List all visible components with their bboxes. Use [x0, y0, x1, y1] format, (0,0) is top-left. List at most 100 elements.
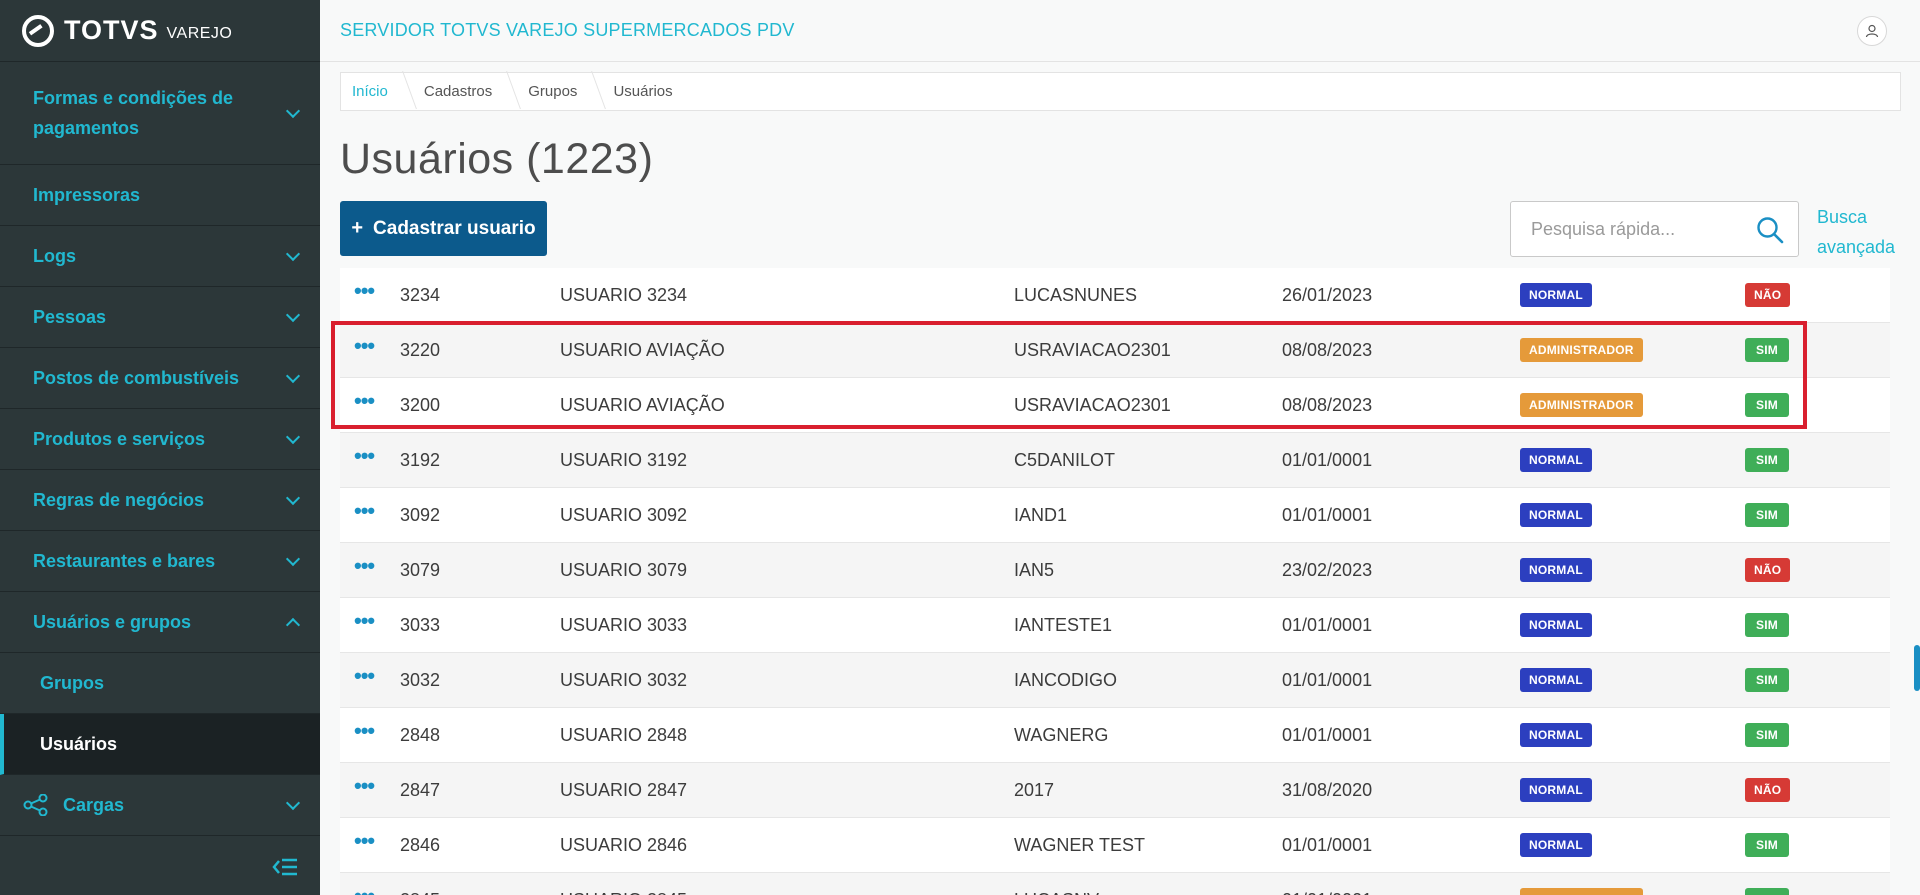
table-row[interactable]: ••• 3079 USUARIO 3079 IAN5 23/02/2023 NORMAL N… [340, 543, 1890, 598]
sidebar-item-regras[interactable]: Regras de negócios [0, 470, 320, 531]
sidebar-subitem-grupos[interactable]: Grupos [0, 653, 320, 714]
table-row[interactable]: ••• 3200 USUARIO AVIAÇÃO USRAVIACAO2301 08/0… [340, 378, 1890, 433]
scrollbar-thumb[interactable] [1914, 645, 1920, 691]
search-icon[interactable] [1756, 216, 1784, 244]
chevron-down-icon [285, 795, 301, 811]
page-title: Usuários (1223) [340, 135, 654, 183]
row-actions-icon[interactable]: ••• [340, 280, 400, 302]
cell-login: USRAVIACAO2301 [1014, 339, 1171, 360]
user-type-badge: NORMAL [1520, 558, 1592, 582]
table-row[interactable]: ••• 3220 USUARIO AVIAÇÃO USRAVIACAO2301 08/0… [340, 323, 1890, 378]
row-actions-icon[interactable]: ••• [340, 445, 400, 467]
cell-date: 31/08/2020 [1282, 779, 1373, 800]
sidebar-item-label: Regras de negócios [33, 489, 205, 510]
topbar: SERVIDOR TOTVS VAREJO SUPERMERCADOS PDV [320, 0, 1920, 62]
user-menu-button[interactable] [1857, 15, 1887, 46]
table-row[interactable]: ••• 3092 USUARIO 3092 IAND1 01/01/0001 NORMAL… [340, 488, 1890, 543]
cell-name: USUARIO 2846 [560, 834, 688, 855]
breadcrumb-cadastros[interactable]: Cadastros [424, 83, 492, 100]
cell-id: 2845 [400, 890, 560, 895]
breadcrumb-grupos[interactable]: Grupos [528, 83, 577, 100]
breadcrumb-inicio[interactable]: Início [352, 83, 388, 100]
cell-name: USUARIO 3079 [560, 559, 688, 580]
table-row[interactable]: ••• 3032 USUARIO 3032 IANCODIGO 01/01/0001 NO… [340, 653, 1890, 708]
advanced-search-link[interactable]: Busca avançada [1817, 202, 1907, 262]
active-status-badge: SIM [1745, 338, 1789, 362]
table-row[interactable]: ••• 3033 USUARIO 3033 IANTESTE1 01/01/0001 NO… [340, 598, 1890, 653]
user-type-badge: NORMAL [1520, 448, 1592, 472]
active-status-badge: SIM [1745, 448, 1789, 472]
logo[interactable]: TOTVS VAREJO [0, 0, 320, 62]
sidebar-item-label: Usuários e grupos [33, 611, 192, 632]
cell-date: 01/01/0001 [1282, 890, 1520, 895]
add-user-button[interactable]: + Cadastrar usuario [340, 201, 547, 256]
cell-type: NORMAL [1520, 668, 1745, 692]
search-input[interactable] [1531, 218, 1751, 240]
table-row[interactable]: •••2845USUARIO 2845LUCASNV01/01/0001ADMI… [340, 873, 1890, 895]
cell-type: NORMAL [1520, 833, 1745, 857]
row-actions-icon[interactable]: ••• [340, 885, 400, 895]
cell-id: 3032 [400, 669, 441, 690]
row-actions-icon[interactable]: ••• [340, 335, 400, 357]
row-actions-icon[interactable]: ••• [340, 720, 400, 742]
user-type-badge: NORMAL [1520, 833, 1592, 857]
sidebar-item-pagamentos[interactable]: Formas e condições de pagamentos [0, 62, 320, 165]
table-row[interactable]: ••• 3234 USUARIO 3234 LUCASNUNES 26/01/2023 N… [340, 268, 1890, 323]
cell-login: IANCODIGO [1014, 669, 1118, 690]
chevron-down-icon [285, 490, 301, 506]
sidebar-subitem-label: Grupos [40, 672, 105, 693]
table-row[interactable]: ••• 3192 USUARIO 3192 C5DANILOT 01/01/0001 NO… [340, 433, 1890, 488]
row-actions-icon[interactable]: ••• [340, 665, 400, 687]
sidebar-item-produtos[interactable]: Produtos e serviços [0, 409, 320, 470]
cell-name: USUARIO 3192 [560, 449, 688, 470]
active-status-badge: NÃO [1745, 283, 1791, 307]
row-actions-icon[interactable]: ••• [340, 775, 400, 797]
cell-type: NORMAL [1520, 503, 1745, 527]
breadcrumb-usuarios: Usuários [613, 83, 673, 100]
sidebar: TOTVS VAREJO Formas e condições de pagam… [0, 0, 320, 895]
main-content: SERVIDOR TOTVS VAREJO SUPERMERCADOS PDV … [320, 0, 1920, 895]
cell-name: USUARIO 3234 [560, 284, 688, 305]
cell-login: IANTESTE1 [1014, 614, 1113, 635]
cell-type: ADMINISTRADOR [1520, 393, 1745, 417]
row-actions-icon[interactable]: ••• [340, 830, 400, 852]
row-actions-icon[interactable]: ••• [340, 555, 400, 577]
sidebar-item-label: Formas e condições de pagamentos [33, 88, 234, 138]
active-status-badge: SIM [1745, 613, 1789, 637]
cell-login: WAGNERG [1014, 724, 1109, 745]
row-actions-icon[interactable]: ••• [340, 500, 400, 522]
active-status-badge: SIM [1745, 668, 1789, 692]
sidebar-item-postos[interactable]: Postos de combustíveis [0, 348, 320, 409]
row-actions-icon[interactable]: ••• [340, 390, 400, 412]
sidebar-item-impressoras[interactable]: Impressoras [0, 165, 320, 226]
cell-login: IAND1 [1014, 504, 1068, 525]
cell-login: USRAVIACAO2301 [1014, 394, 1171, 415]
user-type-badge: NORMAL [1520, 668, 1592, 692]
cell-type: NORMAL [1520, 283, 1745, 307]
sidebar-item-restaurantes[interactable]: Restaurantes e bares [0, 531, 320, 592]
cell-active: SIM [1745, 338, 1845, 362]
sidebar-subitem-usuarios[interactable]: Usuários [0, 714, 320, 775]
row-actions-icon[interactable]: ••• [340, 610, 400, 632]
cell-active: SIM [1745, 613, 1845, 637]
sidebar-item-logs[interactable]: Logs [0, 226, 320, 287]
cell-active: SIM [1745, 723, 1845, 747]
table-row[interactable]: ••• 2847 USUARIO 2847 2017 31/08/2020 NORMAL N… [340, 763, 1890, 818]
sidebar-item-cargas[interactable]: Cargas [0, 775, 320, 836]
cell-id: 3192 [400, 449, 441, 470]
sidebar-menu: Formas e condições de pagamentos Impress… [0, 62, 320, 836]
totvs-logo-icon [22, 14, 54, 47]
cell-id: 3079 [400, 559, 441, 580]
cell-login: 2017 [1014, 779, 1055, 800]
plus-icon: + [351, 217, 364, 239]
table-row[interactable]: ••• 2846 USUARIO 2846 WAGNER TEST 01/01/0001… [340, 818, 1890, 873]
user-type-badge: ADMINISTRADOR [1520, 338, 1643, 362]
sidebar-item-pessoas[interactable]: Pessoas [0, 287, 320, 348]
collapse-sidebar-icon[interactable] [272, 857, 298, 877]
app-title: SERVIDOR TOTVS VAREJO SUPERMERCADOS PDV [340, 20, 795, 40]
table-row[interactable]: ••• 2848 USUARIO 2848 WAGNERG 01/01/0001 NORM… [340, 708, 1890, 763]
cell-id: 3092 [400, 504, 441, 525]
user-type-badge: ADMINISTRADOR [1520, 888, 1643, 895]
user-type-badge: NORMAL [1520, 778, 1592, 802]
sidebar-item-usuarios-grupos[interactable]: Usuários e grupos [0, 592, 320, 653]
